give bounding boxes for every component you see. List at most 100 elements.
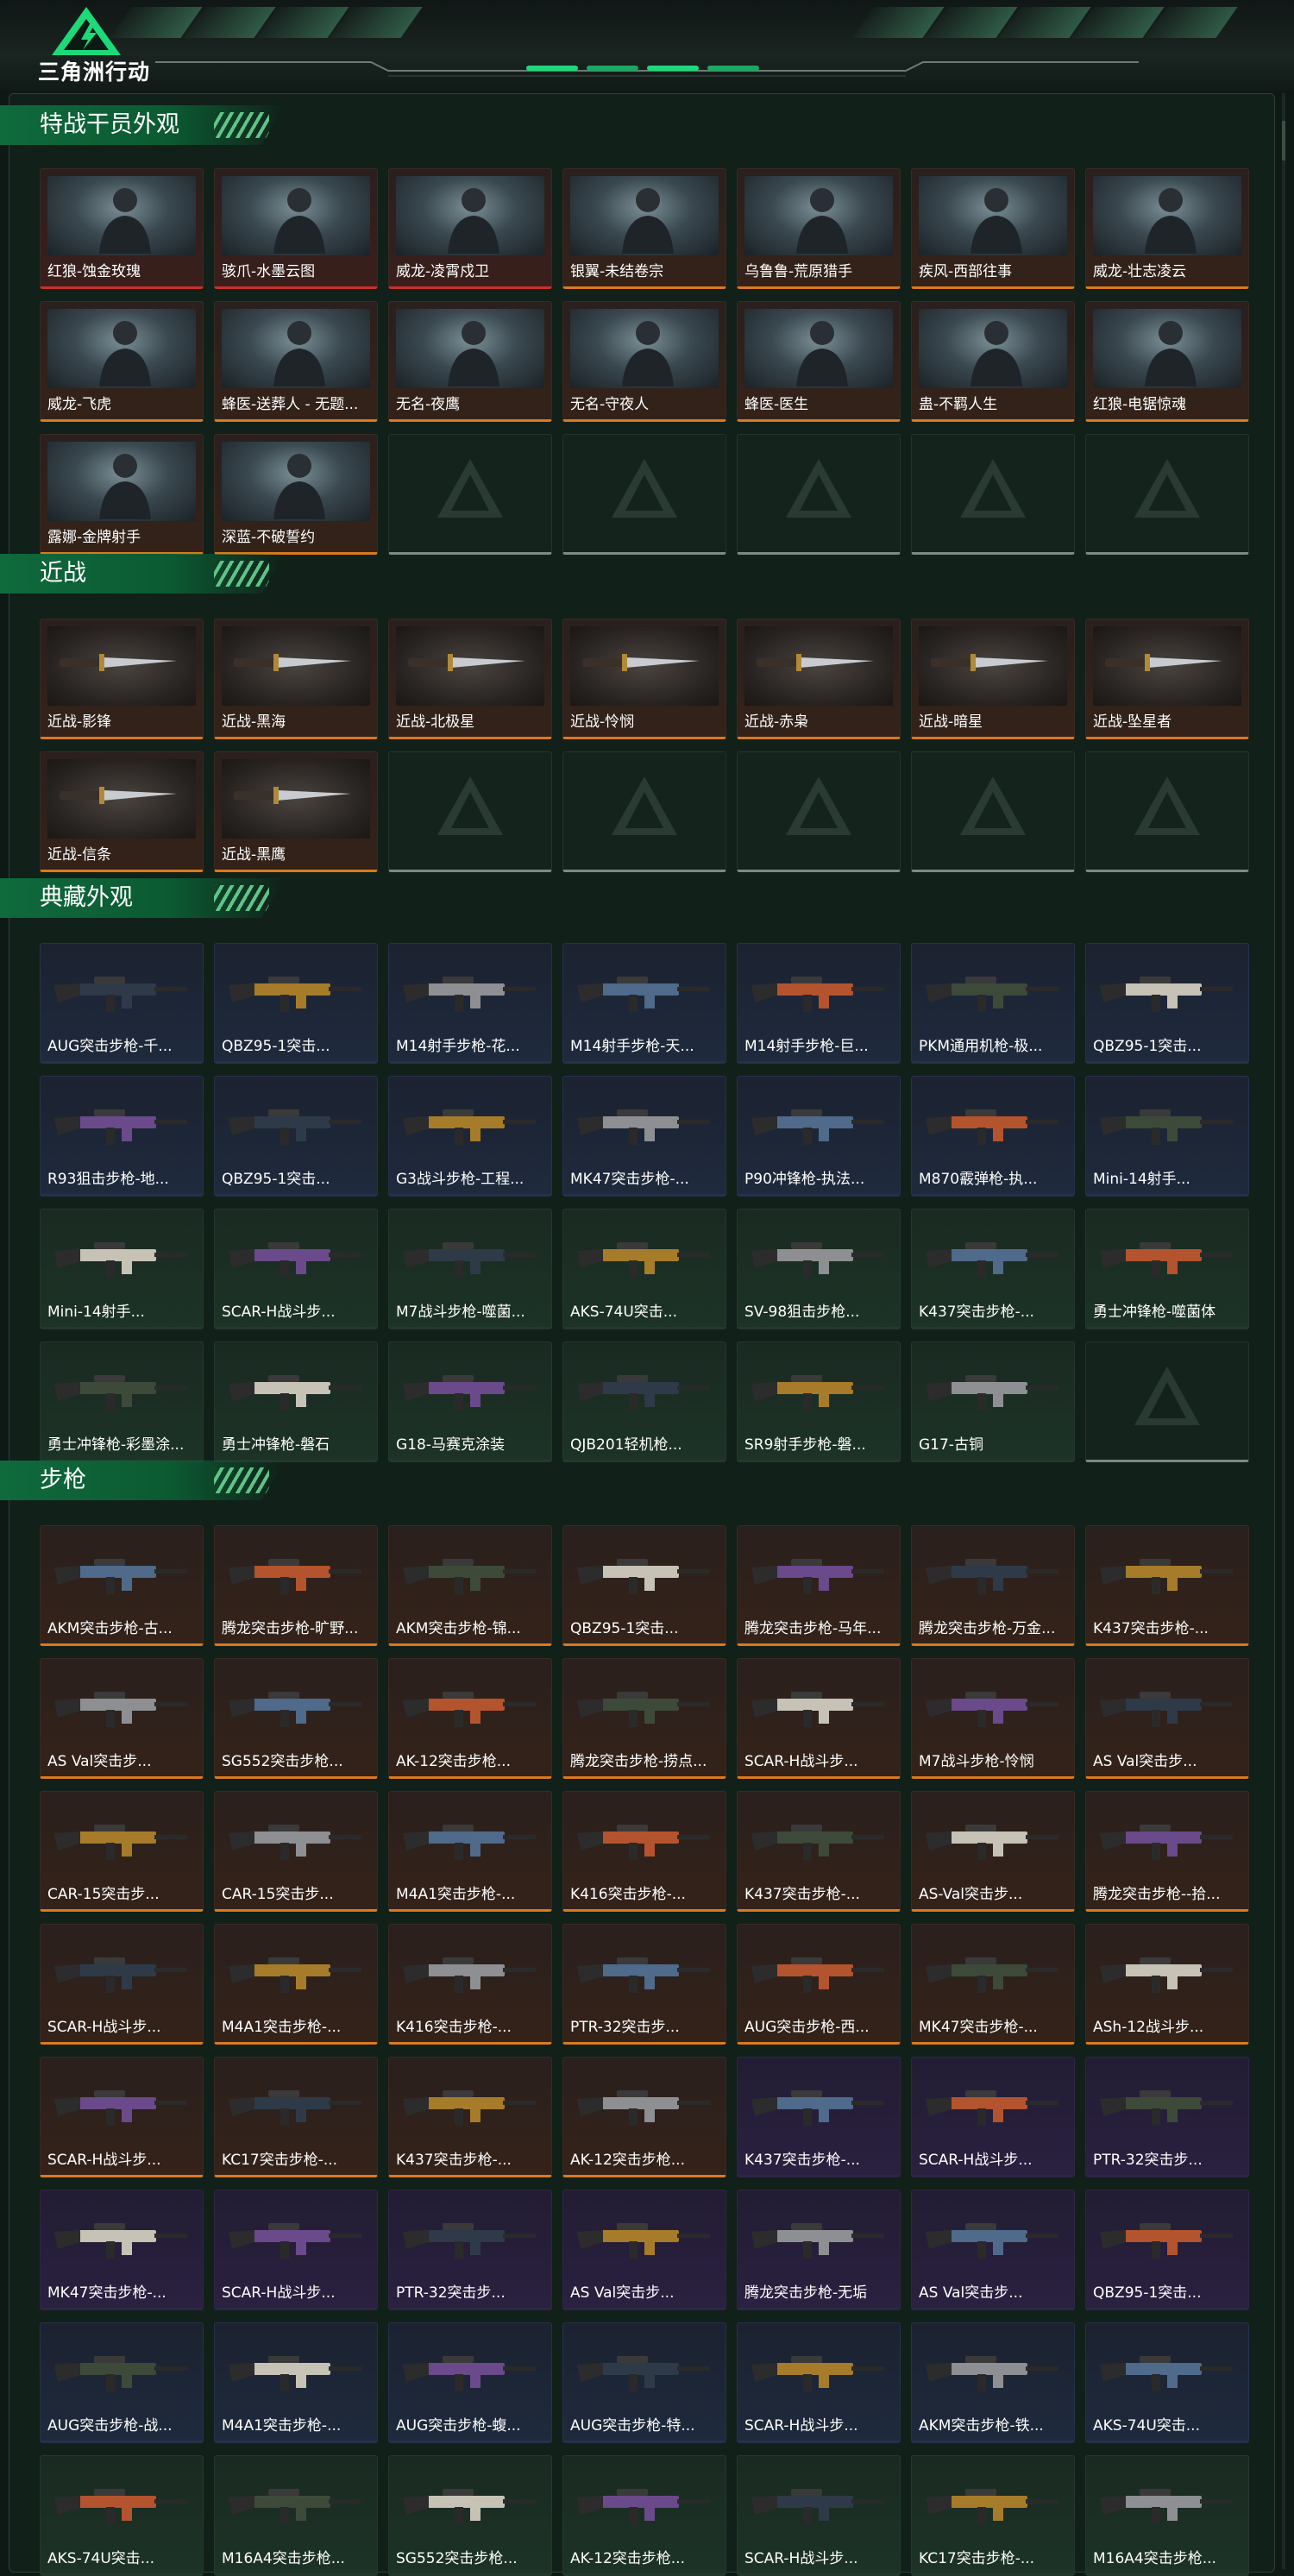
- item-card[interactable]: 无名-夜鹰: [388, 301, 552, 422]
- item-card[interactable]: M16A4突击步枪...: [214, 2455, 378, 2576]
- item-card[interactable]: 近战-信条: [40, 751, 204, 872]
- item-card[interactable]: AK-12突击步枪...: [562, 2455, 726, 2576]
- item-card[interactable]: 近战-影锋: [40, 619, 204, 739]
- item-card[interactable]: M4A1突击步枪-...: [388, 1791, 552, 1912]
- item-card[interactable]: K437突击步枪-...: [1085, 1525, 1249, 1646]
- item-card[interactable]: 腾龙突击步枪-旷野...: [214, 1525, 378, 1646]
- item-card[interactable]: 蜂医-送葬人 - 无题...: [214, 301, 378, 422]
- item-card[interactable]: M7战斗步枪-噬菌...: [388, 1209, 552, 1329]
- item-card[interactable]: 近战-黑海: [214, 619, 378, 739]
- item-card[interactable]: 近战-北极星: [388, 619, 552, 739]
- item-card[interactable]: AUG突击步枪-西...: [737, 1924, 901, 2045]
- item-card[interactable]: PKM通用机枪-极...: [911, 943, 1075, 1064]
- item-card[interactable]: AS Val突击步...: [40, 1658, 204, 1779]
- item-card[interactable]: M4A1突击步枪-...: [214, 1924, 378, 2045]
- item-card[interactable]: M7战斗步枪-怜悯: [911, 1658, 1075, 1779]
- item-card[interactable]: 腾龙突击步枪-马年...: [737, 1525, 901, 1646]
- item-card[interactable]: AS Val突击步...: [1085, 1658, 1249, 1779]
- item-card[interactable]: AUG突击步枪-蝮...: [388, 2322, 552, 2443]
- item-card[interactable]: AS-Val突击步...: [911, 1791, 1075, 1912]
- item-card[interactable]: AUG突击步枪-特...: [562, 2322, 726, 2443]
- item-card[interactable]: AKS-74U突击...: [1085, 2322, 1249, 2443]
- item-card[interactable]: AKS-74U突击...: [562, 1209, 726, 1329]
- item-card[interactable]: ASh-12战斗步...: [1085, 1924, 1249, 2045]
- item-card[interactable]: KC17突击步枪-...: [214, 2057, 378, 2177]
- item-card[interactable]: QBZ95-1突击...: [1085, 943, 1249, 1064]
- item-card[interactable]: M14射手步枪-花...: [388, 943, 552, 1064]
- item-card[interactable]: K437突击步枪-...: [737, 2057, 901, 2177]
- item-card[interactable]: 威龙-凌霄戍卫: [388, 168, 552, 289]
- item-card[interactable]: 深蓝-不破誓约: [214, 434, 378, 555]
- item-card[interactable]: 威龙-飞虎: [40, 301, 204, 422]
- item-card[interactable]: 腾龙突击步枪--拾...: [1085, 1791, 1249, 1912]
- item-card[interactable]: QJB201轻机枪...: [562, 1341, 726, 1462]
- item-card[interactable]: 腾龙突击步枪-万金...: [911, 1525, 1075, 1646]
- item-card[interactable]: 近战-暗星: [911, 619, 1075, 739]
- item-card[interactable]: PTR-32突击步...: [562, 1924, 726, 2045]
- item-card[interactable]: K416突击步枪-...: [388, 1924, 552, 2045]
- item-card[interactable]: PTR-32突击步...: [388, 2190, 552, 2310]
- item-card[interactable]: AK-12突击步枪...: [562, 2057, 726, 2177]
- item-card[interactable]: MK47突击步枪-...: [562, 1076, 726, 1197]
- item-card[interactable]: K437突击步枪-...: [737, 1791, 901, 1912]
- item-card[interactable]: M14射手步枪-天...: [562, 943, 726, 1064]
- item-card[interactable]: 勇士冲锋枪-彩墨涂...: [40, 1341, 204, 1462]
- item-card[interactable]: 疾风-西部往事: [911, 168, 1075, 289]
- item-card[interactable]: P90冲锋枪-执法...: [737, 1076, 901, 1197]
- item-card[interactable]: MK47突击步枪-...: [40, 2190, 204, 2310]
- item-card[interactable]: SCAR-H战斗步...: [40, 1924, 204, 2045]
- item-card[interactable]: R93狙击步枪-地...: [40, 1076, 204, 1197]
- item-card[interactable]: SCAR-H战斗步...: [737, 2322, 901, 2443]
- item-card[interactable]: 蛊-不羁人生: [911, 301, 1075, 422]
- item-card[interactable]: 骇爪-水墨云图: [214, 168, 378, 289]
- item-card[interactable]: SG552突击步枪...: [388, 2455, 552, 2576]
- item-card[interactable]: 近战-怜悯: [562, 619, 726, 739]
- item-card[interactable]: QBZ95-1突击...: [1085, 2190, 1249, 2310]
- item-card[interactable]: Mini-14射手...: [1085, 1076, 1249, 1197]
- item-card[interactable]: M14射手步枪-巨...: [737, 943, 901, 1064]
- item-card[interactable]: K437突击步枪-...: [388, 2057, 552, 2177]
- item-card[interactable]: SCAR-H战斗步...: [40, 2057, 204, 2177]
- item-card[interactable]: K437突击步枪-...: [911, 1209, 1075, 1329]
- item-card[interactable]: M16A4突击步枪...: [1085, 2455, 1249, 2576]
- item-card[interactable]: SCAR-H战斗步...: [737, 1658, 901, 1779]
- item-card[interactable]: 威龙-壮志凌云: [1085, 168, 1249, 289]
- item-card[interactable]: AUG突击步枪-战...: [40, 2322, 204, 2443]
- item-card[interactable]: QBZ95-1突击...: [214, 1076, 378, 1197]
- item-card[interactable]: K416突击步枪-...: [562, 1791, 726, 1912]
- item-card[interactable]: SR9射手步枪-磐...: [737, 1341, 901, 1462]
- item-card[interactable]: 红狼-蚀金玫瑰: [40, 168, 204, 289]
- item-card[interactable]: SCAR-H战斗步...: [911, 2057, 1075, 2177]
- item-card[interactable]: AK-12突击步枪...: [388, 1658, 552, 1779]
- item-card[interactable]: 腾龙突击步枪-无垢: [737, 2190, 901, 2310]
- item-card[interactable]: 勇士冲锋枪-磐石: [214, 1341, 378, 1462]
- item-card[interactable]: G18-马赛克涂装: [388, 1341, 552, 1462]
- item-card[interactable]: 勇士冲锋枪-噬菌体: [1085, 1209, 1249, 1329]
- item-card[interactable]: 近战-黑鹰: [214, 751, 378, 872]
- item-card[interactable]: KC17突击步枪-...: [911, 2455, 1075, 2576]
- item-card[interactable]: M870霰弹枪-执...: [911, 1076, 1075, 1197]
- item-card[interactable]: 无名-守夜人: [562, 301, 726, 422]
- item-card[interactable]: AUG突击步枪-千...: [40, 943, 204, 1064]
- item-card[interactable]: 近战-坠星者: [1085, 619, 1249, 739]
- item-card[interactable]: SCAR-H战斗步...: [214, 2190, 378, 2310]
- item-card[interactable]: Mini-14射手...: [40, 1209, 204, 1329]
- item-card[interactable]: MK47突击步枪-...: [911, 1924, 1075, 2045]
- item-card[interactable]: 银翼-未结卷宗: [562, 168, 726, 289]
- item-card[interactable]: AS Val突击步...: [562, 2190, 726, 2310]
- item-card[interactable]: 腾龙突击步枪-捞点...: [562, 1658, 726, 1779]
- item-card[interactable]: 蜂医-医生: [737, 301, 901, 422]
- item-card[interactable]: 红狼-电锯惊魂: [1085, 301, 1249, 422]
- item-card[interactable]: 乌鲁鲁-荒原猎手: [737, 168, 901, 289]
- item-card[interactable]: G3战斗步枪-工程...: [388, 1076, 552, 1197]
- item-card[interactable]: CAR-15突击步...: [40, 1791, 204, 1912]
- item-card[interactable]: AKM突击步枪-锦...: [388, 1525, 552, 1646]
- item-card[interactable]: G17-古铜: [911, 1341, 1075, 1462]
- item-card[interactable]: AS Val突击步...: [911, 2190, 1075, 2310]
- item-card[interactable]: PTR-32突击步...: [1085, 2057, 1249, 2177]
- item-card[interactable]: CAR-15突击步...: [214, 1791, 378, 1912]
- item-card[interactable]: QBZ95-1突击...: [562, 1525, 726, 1646]
- scrollbar-track[interactable]: [1282, 93, 1285, 2569]
- item-card[interactable]: SG552突击步枪...: [214, 1658, 378, 1779]
- item-card[interactable]: AKM突击步枪-古...: [40, 1525, 204, 1646]
